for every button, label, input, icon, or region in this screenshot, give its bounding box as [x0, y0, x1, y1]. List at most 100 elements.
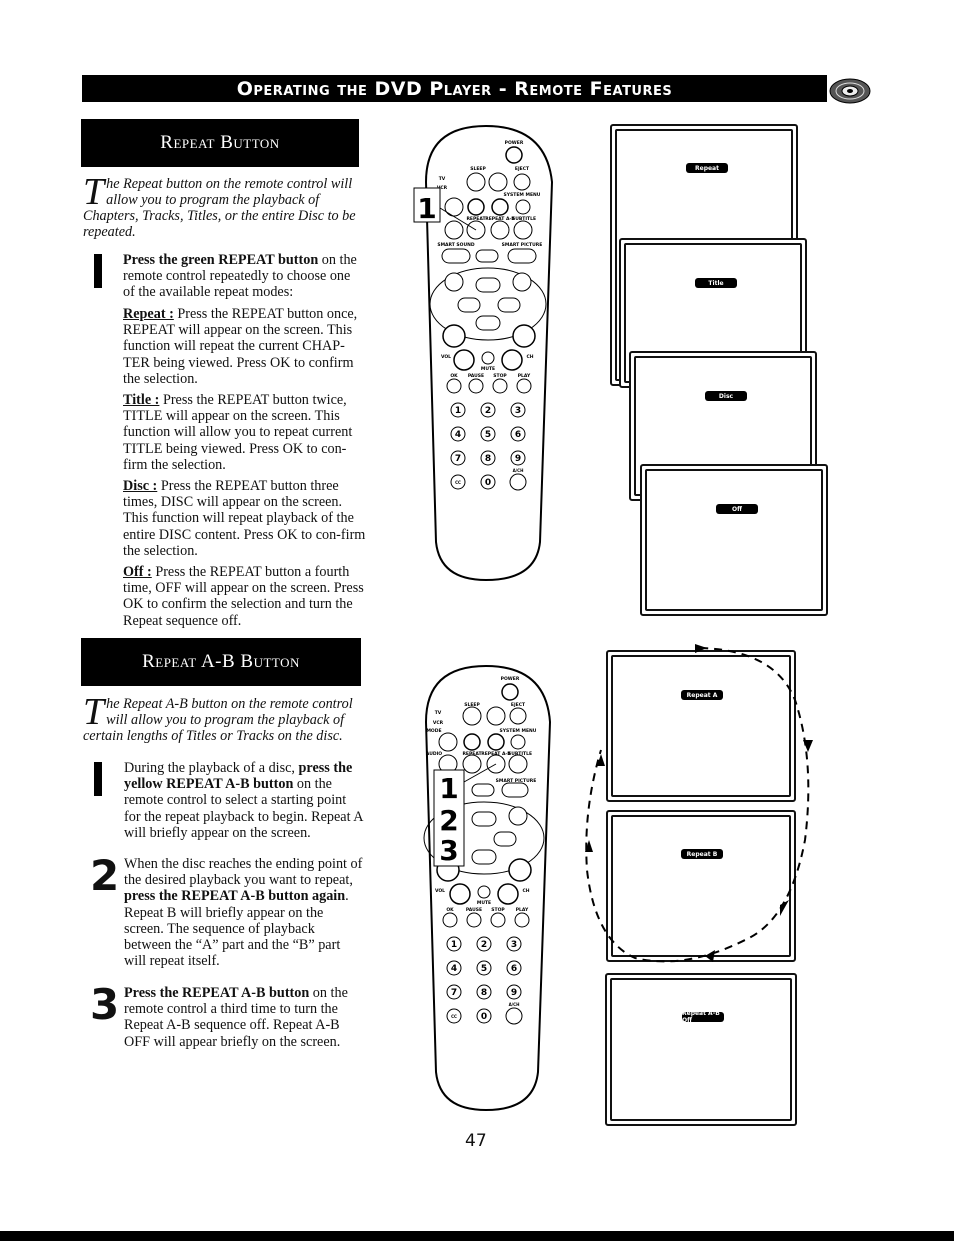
stop-button[interactable]	[492, 378, 508, 394]
remote-control-illustration: POWER SLEEP EJECT TV VCR MODE SYSTEM MEN…	[423, 664, 552, 1112]
subtitle-button[interactable]	[513, 220, 533, 240]
sleep-button[interactable]	[462, 706, 482, 726]
audio-button[interactable]	[444, 220, 464, 240]
footer-bar	[0, 1231, 954, 1241]
power-button[interactable]	[501, 683, 519, 701]
mode-label: MODE	[426, 728, 441, 734]
step-text: Press the REPEAT A-B button on the remot…	[124, 985, 365, 1050]
digit-label: 3	[515, 406, 521, 416]
frown-button[interactable]	[487, 733, 505, 751]
step-pre: When the disc reaches the ending point o…	[124, 856, 363, 889]
subtitle-button[interactable]	[508, 754, 528, 774]
repeat-ab-step-3: 3 Press the REPEAT A-B button on the rem…	[90, 983, 365, 1050]
smart-picture-button[interactable]	[501, 782, 529, 798]
ach-button[interactable]	[505, 1007, 523, 1025]
ach-button[interactable]	[509, 473, 527, 491]
mute-button[interactable]	[481, 351, 495, 365]
digit-label: 6	[515, 430, 521, 440]
step-number-1	[94, 762, 102, 796]
osd-button[interactable]	[510, 734, 526, 750]
pause-button[interactable]	[468, 378, 484, 394]
callout-number: 3	[439, 834, 458, 867]
eject-button[interactable]	[513, 173, 531, 191]
ach-label: A/CH	[509, 1002, 520, 1007]
arrow-head-icon	[705, 950, 715, 962]
digit-label: 0	[485, 478, 491, 488]
digit-label: 0	[481, 1012, 487, 1022]
vcr-label: VCR	[433, 720, 444, 726]
dvd-menu-button[interactable]	[512, 272, 532, 292]
repeat-button[interactable]	[462, 754, 482, 774]
play-button[interactable]	[514, 912, 530, 928]
tv-screen-repeat-ab-off: Repeat A-B Off	[605, 973, 797, 1126]
right-button[interactable]	[497, 297, 521, 313]
repeat-ab-button[interactable]	[490, 220, 510, 240]
cc-label: CC	[451, 1014, 457, 1019]
split-button[interactable]	[486, 706, 506, 726]
section-heading-repeat: Repeat Button	[81, 119, 359, 167]
smiley-button[interactable]	[463, 733, 481, 751]
section-heading-repeat-ab: Repeat A-B Button	[81, 638, 361, 686]
tvdvd-button[interactable]	[475, 249, 499, 263]
mode-text: Press the REPEAT button a fourth time, O…	[123, 564, 364, 629]
digit-label: 1	[451, 940, 457, 950]
right-button[interactable]	[493, 831, 517, 847]
osd-button[interactable]	[515, 199, 531, 215]
smart-sound-button[interactable]	[441, 248, 471, 264]
sleep-button[interactable]	[466, 172, 486, 192]
ok-button[interactable]	[446, 378, 462, 394]
repeat-intro: The Repeat button on the remote control …	[83, 173, 363, 240]
step-text: During the playback of a disc, press the…	[124, 760, 365, 841]
tvdvd-button[interactable]	[471, 783, 495, 797]
up-button[interactable]	[471, 811, 497, 827]
up-button[interactable]	[475, 277, 501, 293]
vol-up-button[interactable]	[442, 324, 466, 348]
eject-button[interactable]	[509, 707, 527, 725]
power-button[interactable]	[505, 146, 523, 164]
vol-down-button[interactable]	[449, 883, 471, 905]
smart-picture-button[interactable]	[507, 248, 537, 264]
dvd-menu-button[interactable]	[508, 806, 528, 826]
stop-button[interactable]	[490, 912, 506, 928]
smiley-button[interactable]	[467, 198, 485, 216]
ch-label: CH	[522, 888, 529, 894]
play-button[interactable]	[516, 378, 532, 394]
osd-label: Repeat	[686, 163, 728, 173]
vol-down-button[interactable]	[453, 349, 475, 371]
pause-button[interactable]	[466, 912, 482, 928]
osd-label: Disc	[705, 391, 747, 401]
ch-down-button[interactable]	[501, 349, 523, 371]
intro-text: he Repeat button on the remote control w…	[83, 176, 356, 240]
left-button[interactable]	[457, 297, 481, 313]
page-title: Operating the DVD Player - Remote Featur…	[82, 75, 827, 102]
menu-button[interactable]	[444, 272, 464, 292]
ok-button[interactable]	[442, 912, 458, 928]
eject-label: EJECT	[515, 166, 530, 172]
osd-label: Repeat A-B Off	[682, 1010, 724, 1024]
frown-button[interactable]	[491, 198, 509, 216]
mode-off: Off : Press the REPEAT button a fourth t…	[123, 564, 368, 629]
mode-button[interactable]	[438, 732, 458, 752]
step-number: 2	[90, 851, 120, 900]
repeat-ab-step-2: 2 When the disc reaches the ending point…	[90, 851, 365, 970]
down-button[interactable]	[471, 849, 497, 865]
mode-button[interactable]	[444, 197, 464, 217]
down-button[interactable]	[475, 315, 501, 331]
digit-label: 5	[481, 964, 487, 974]
step-number-1	[94, 254, 102, 288]
split-button[interactable]	[488, 172, 508, 192]
ch-down-button[interactable]	[497, 883, 519, 905]
repeat-ab-intro: The Repeat A-B button on the remote cont…	[83, 693, 363, 744]
mute-label: MUTE	[481, 366, 495, 372]
pause-label: PAUSE	[468, 373, 484, 379]
play-label: PLAY	[518, 373, 531, 379]
ch-up-button[interactable]	[512, 324, 536, 348]
mute-button[interactable]	[477, 885, 491, 899]
digit-label: 4	[455, 430, 461, 440]
step-bold: Press the REPEAT A-B button	[124, 985, 310, 1001]
system-menu-label: SYSTEM MENU	[500, 728, 537, 734]
tv-label: TV	[439, 176, 446, 182]
osd-label: Repeat B	[681, 849, 723, 859]
digit-label: 7	[455, 454, 461, 464]
ch-up-button[interactable]	[508, 858, 532, 882]
